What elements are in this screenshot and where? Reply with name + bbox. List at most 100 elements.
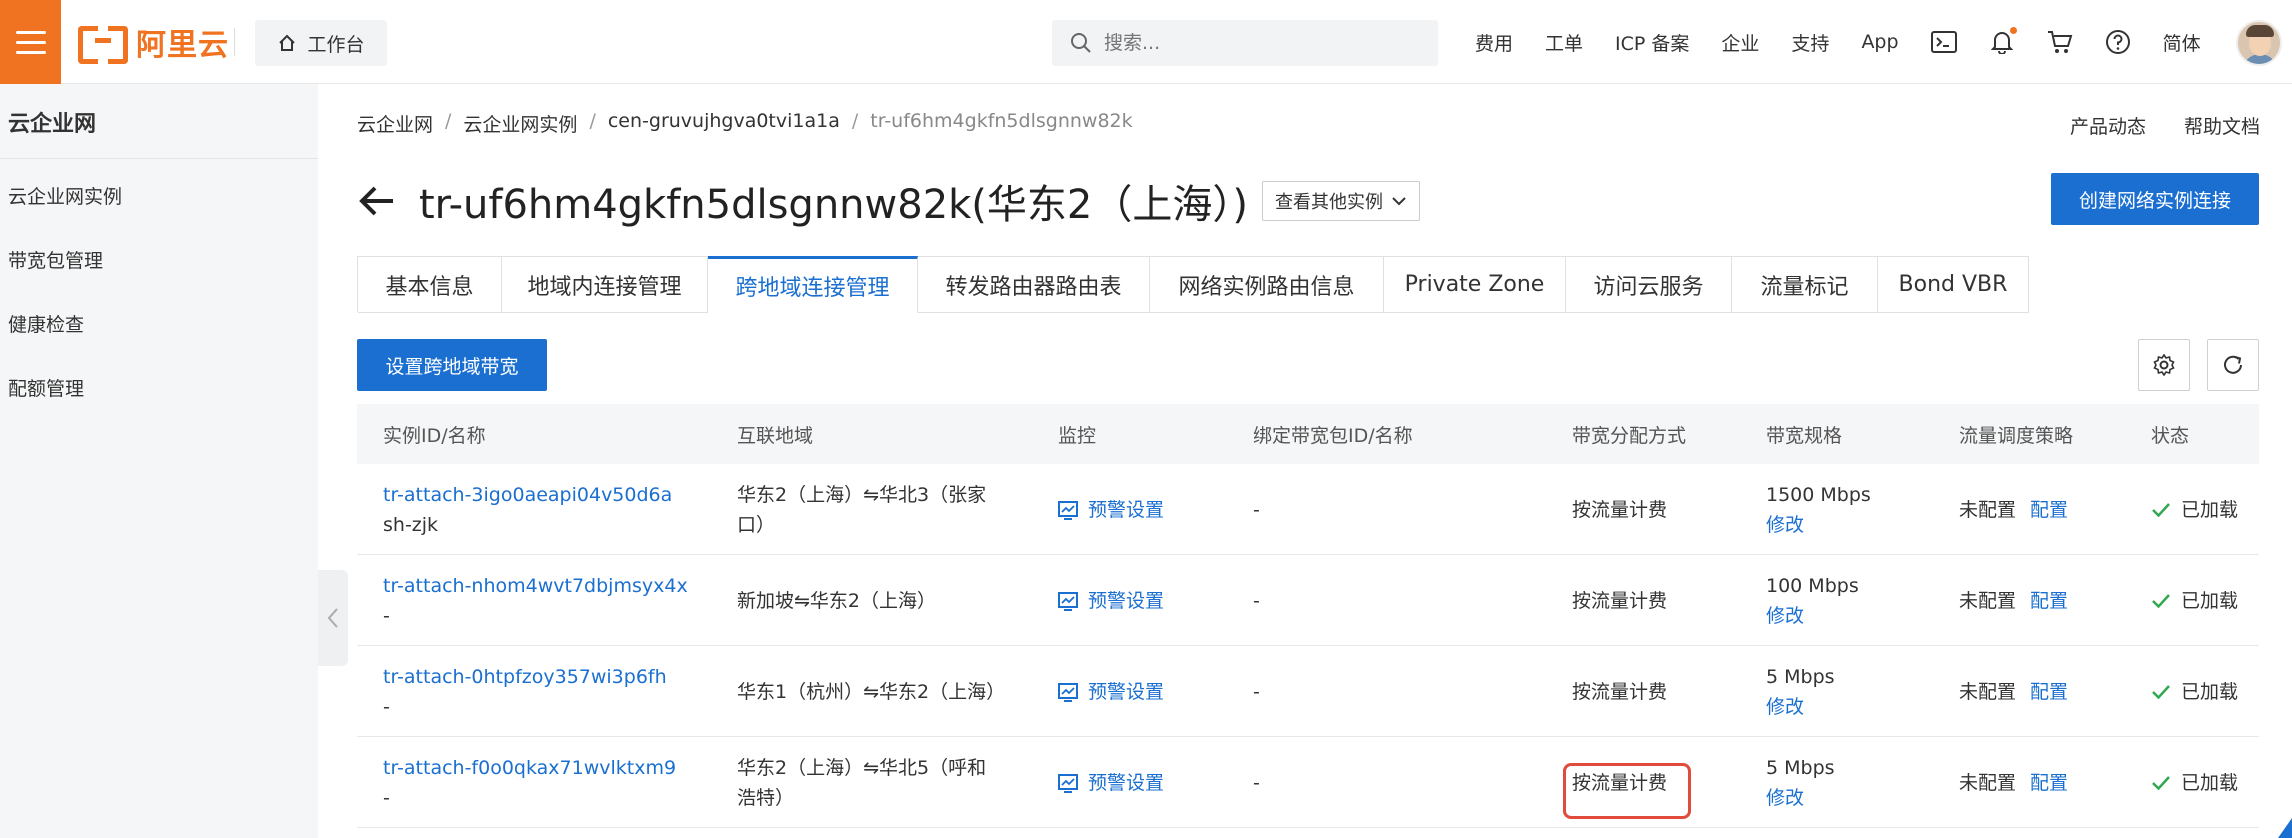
bell-icon[interactable]: [1989, 27, 2017, 55]
highlight-annotation-box: [1563, 763, 1691, 819]
create-attachment-button[interactable]: 创建网络实例连接: [2051, 173, 2259, 225]
nav-enterprise[interactable]: 企业: [1721, 29, 1759, 56]
status-text: 已加载: [2181, 589, 2239, 612]
check-icon: [2152, 593, 2170, 608]
bandwidth-spec: 5 Mbps: [1766, 665, 1835, 688]
configure-policy-link[interactable]: 配置: [2030, 768, 2068, 798]
tab-bar: 基本信息 地域内连接管理 跨地域连接管理 转发路由器路由表 网络实例路由信息 P…: [357, 256, 2029, 313]
product-news-link[interactable]: 产品动态: [2070, 112, 2146, 139]
tab-intra-region[interactable]: 地域内连接管理: [502, 257, 708, 313]
breadcrumb-cen-id[interactable]: cen-gruvujhgva0tvi1a1a: [608, 110, 840, 137]
nav-support[interactable]: 支持: [1791, 29, 1829, 56]
sidebar-item-health-check[interactable]: 健康检查: [8, 310, 84, 337]
bandwidth-package: -: [1253, 680, 1260, 703]
nav-billing[interactable]: 费用: [1475, 29, 1513, 56]
aliyun-logo[interactable]: 阿里云: [78, 20, 229, 64]
table-settings-button[interactable]: [2138, 339, 2190, 391]
logo-text: 阿里云: [136, 28, 229, 63]
instance-id-link[interactable]: tr-attach-f0o0qkax71wvlktxm9: [383, 753, 676, 783]
user-avatar[interactable]: [2236, 20, 2282, 66]
nav-app[interactable]: App: [1861, 31, 1898, 53]
check-icon: [2152, 775, 2170, 790]
alert-settings-label: 预警设置: [1088, 771, 1165, 794]
modify-bandwidth-link[interactable]: 修改: [1766, 510, 1871, 540]
region-pair: 华东2（上海）⇋华北5（呼和: [737, 756, 987, 779]
sidebar-item-cen-instances[interactable]: 云企业网实例: [8, 182, 122, 209]
breadcrumb-cen-instances[interactable]: 云企业网实例: [463, 110, 577, 137]
alert-settings-link[interactable]: 预警设置: [1058, 555, 1164, 646]
home-icon: [279, 34, 296, 51]
status-text: 已加载: [2181, 771, 2239, 794]
configure-policy-link[interactable]: 配置: [2030, 677, 2068, 707]
modify-bandwidth-link[interactable]: 修改: [1766, 783, 1835, 813]
tab-private-zone[interactable]: Private Zone: [1384, 257, 1566, 313]
sidebar-item-quota[interactable]: 配额管理: [8, 374, 84, 401]
nav-icp[interactable]: ICP 备案: [1615, 29, 1689, 56]
help-docs-link[interactable]: 帮助文档: [2184, 112, 2260, 139]
billing-method: 按流量计费: [1572, 498, 1668, 521]
help-icon[interactable]: [2105, 29, 2131, 55]
set-bandwidth-button[interactable]: 设置跨地域带宽: [357, 339, 547, 391]
workbench-button[interactable]: 工作台: [255, 20, 387, 66]
alert-settings-link[interactable]: 预警设置: [1058, 464, 1164, 555]
terminal-icon[interactable]: [1930, 29, 1957, 55]
back-arrow-icon[interactable]: [357, 181, 397, 221]
table-row: tr-attach-nhom4wvt7dbjmsyx4x - 新加坡⇋华东2（上…: [357, 555, 2259, 646]
sidebar-collapse-handle[interactable]: [318, 570, 348, 666]
tab-route-tables[interactable]: 转发路由器路由表: [918, 257, 1150, 313]
global-search[interactable]: [1052, 20, 1438, 66]
col-bandwidth-spec: 带宽规格: [1766, 424, 1843, 447]
alert-settings-link[interactable]: 预警设置: [1058, 646, 1164, 737]
check-icon: [2152, 502, 2170, 517]
configure-policy-link[interactable]: 配置: [2030, 495, 2068, 525]
billing-method: 按流量计费: [1572, 589, 1668, 612]
switch-instance-label: 查看其他实例: [1274, 192, 1383, 213]
instance-id-link[interactable]: tr-attach-3igo0aeapi04v50d6a: [383, 480, 672, 510]
switch-instance-dropdown[interactable]: 查看其他实例: [1261, 181, 1420, 221]
instance-name: -: [383, 695, 390, 718]
sidebar-item-bandwidth-packages[interactable]: 带宽包管理: [8, 246, 103, 273]
monitor-chart-icon: [1058, 591, 1078, 611]
tab-basic-info[interactable]: 基本信息: [358, 257, 502, 313]
bandwidth-spec: 5 Mbps: [1766, 756, 1835, 779]
tab-bond-vbr[interactable]: Bond VBR: [1878, 257, 2029, 313]
modify-bandwidth-link[interactable]: 修改: [1766, 601, 1859, 631]
nav-tickets[interactable]: 工单: [1545, 29, 1583, 56]
configure-policy-link[interactable]: 配置: [2030, 586, 2068, 616]
alert-settings-label: 预警设置: [1088, 680, 1165, 703]
language-switch[interactable]: 简体: [2163, 29, 2201, 56]
table-row: tr-attach-0htpfzoy357wi3p6fh - 华东1（杭州）⇋华…: [357, 646, 2259, 737]
tab-traffic-marking[interactable]: 流量标记: [1732, 257, 1878, 313]
alert-settings-link[interactable]: 预警设置: [1058, 737, 1164, 828]
bandwidth-package: -: [1253, 589, 1260, 612]
search-input[interactable]: [1104, 32, 1404, 54]
top-bar: 阿里云 工作台 费用 工单 ICP 备案 企业 支持 App 简体: [0, 0, 2292, 84]
refresh-button[interactable]: [2207, 339, 2259, 391]
aliyun-logo-mark: [78, 26, 128, 64]
modify-bandwidth-link[interactable]: 修改: [1766, 692, 1835, 722]
region-pair: 华东1（杭州）⇋华东2（上海）: [737, 680, 1006, 703]
col-instance-id: 实例ID/名称: [383, 424, 486, 447]
status-text: 已加载: [2181, 680, 2239, 703]
policy-value: 未配置: [1959, 680, 2017, 703]
region-pair: 华东2（上海）⇋华北3（张家: [737, 483, 987, 506]
monitor-chart-icon: [1058, 500, 1078, 520]
check-icon: [2152, 684, 2170, 699]
logo-divider: [234, 28, 235, 56]
page-title: tr-uf6hm4gkfn5dlsgnnw82k(华东2（上海）): [419, 182, 1248, 228]
col-regions: 互联地域: [737, 424, 814, 447]
instance-id-link[interactable]: tr-attach-0htpfzoy357wi3p6fh: [383, 662, 667, 692]
refresh-icon: [2224, 355, 2242, 374]
inter-region-connections-table: 实例ID/名称 互联地域 监控 绑定带宽包ID/名称 带宽分配方式 带宽规格 流…: [357, 404, 2259, 828]
tab-network-routes[interactable]: 网络实例路由信息: [1150, 257, 1384, 313]
tab-inter-region[interactable]: 跨地域连接管理: [708, 256, 918, 313]
tab-cloud-services[interactable]: 访问云服务: [1566, 257, 1732, 313]
table-row: tr-attach-3igo0aeapi04v50d6a sh-zjk 华东2（…: [357, 464, 2259, 555]
cart-icon[interactable]: [2047, 29, 2073, 55]
billing-method: 按流量计费: [1572, 680, 1668, 703]
hamburger-menu-icon[interactable]: [0, 0, 61, 84]
page-header: tr-uf6hm4gkfn5dlsgnnw82k(华东2（上海）) 查看其他实例: [357, 172, 1420, 230]
instance-id-link[interactable]: tr-attach-nhom4wvt7dbjmsyx4x: [383, 571, 688, 601]
breadcrumb: 云企业网 / 云企业网实例 / cen-gruvujhgva0tvi1a1a /…: [357, 110, 1133, 137]
breadcrumb-cen[interactable]: 云企业网: [357, 110, 433, 137]
